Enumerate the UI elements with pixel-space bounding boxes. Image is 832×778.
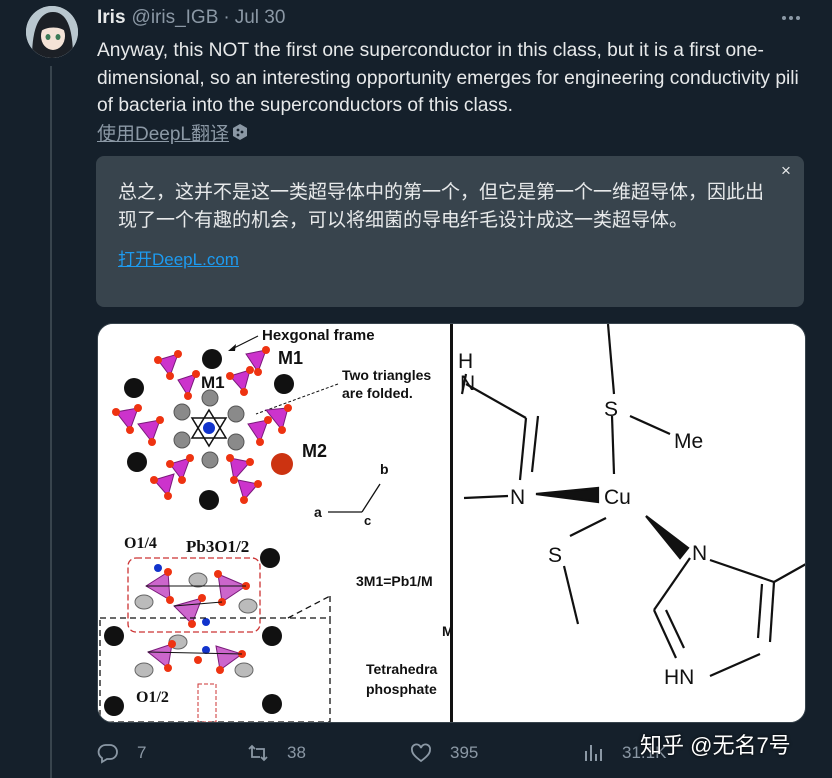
retweet-button[interactable]: 38	[247, 738, 306, 768]
user-handle[interactable]: @iris_IGB	[132, 7, 219, 29]
reply-count: 7	[137, 743, 147, 762]
tweet-date[interactable]: Jul 30	[235, 7, 286, 29]
close-icon[interactable]: ×	[778, 162, 794, 179]
svg-text:c: c	[364, 513, 371, 528]
translate-label[interactable]: 使用DeepL翻译	[97, 119, 229, 146]
svg-text:N: N	[692, 542, 707, 565]
svg-text:Two triangles: Two triangles	[342, 367, 431, 383]
svg-text:Hexgonal frame: Hexgonal frame	[262, 327, 375, 344]
media-image: Hexgonal frame M1 M1 M2 Two triangles ar…	[98, 324, 805, 722]
retweet-count: 38	[287, 743, 306, 762]
svg-text:M1: M1	[201, 373, 225, 392]
svg-text:N: N	[510, 486, 525, 509]
svg-text:M2: M2	[302, 441, 327, 461]
like-icon	[411, 743, 431, 763]
avatar[interactable]	[26, 6, 78, 58]
svg-text:Cu: Cu	[604, 486, 631, 509]
svg-text:O1/4: O1/4	[124, 535, 157, 552]
svg-text:M1: M1	[278, 348, 303, 368]
svg-text:Me: Me	[674, 430, 703, 453]
views-icon	[585, 745, 602, 761]
avatar-image	[26, 6, 78, 58]
separator-dot: ·	[223, 7, 230, 28]
reply-icon	[97, 744, 118, 764]
svg-text:N: N	[460, 372, 475, 395]
like-count: 395	[450, 743, 479, 762]
like-button[interactable]: 395	[410, 738, 478, 768]
thread-line	[50, 66, 52, 778]
reply-button[interactable]: 7	[97, 738, 146, 768]
retweet-icon	[248, 744, 268, 762]
deepl-icon	[233, 124, 247, 140]
translation-box: × 总之，这并不是这一类超导体中的第一个，但它是第一个一维超导体，因此出现了一个…	[96, 156, 804, 307]
svg-text:S: S	[548, 544, 562, 567]
svg-text:a: a	[314, 504, 322, 520]
translate-link[interactable]: 使用DeepL翻译	[97, 119, 248, 145]
svg-text:S: S	[604, 398, 618, 421]
tweet-text: Anyway, this NOT the first one supercond…	[97, 40, 799, 116]
svg-text:H: H	[458, 350, 473, 373]
translation-text: 总之，这并不是这一类超导体中的第一个，但它是第一个一维超导体，因此出现了一个有趣…	[118, 182, 765, 231]
svg-text:3M1=Pb1/M: 3M1=Pb1/M	[356, 573, 433, 589]
tweet-media[interactable]: Hexgonal frame M1 M1 M2 Two triangles ar…	[97, 323, 806, 723]
svg-text:are folded.: are folded.	[342, 385, 413, 401]
tweet-header: Iris @iris_IGB · Jul 30	[97, 6, 285, 30]
svg-text:phosphate: phosphate	[366, 681, 437, 697]
watermark: 知乎 @无名7号	[640, 733, 791, 758]
svg-text:Tetrahedra: Tetrahedra	[366, 661, 438, 677]
svg-text:Pb3O1/2: Pb3O1/2	[186, 537, 249, 556]
deepl-open-link[interactable]: 打开DeepL.com	[118, 245, 239, 270]
svg-text:O1/2: O1/2	[136, 689, 169, 706]
more-icon[interactable]	[778, 8, 804, 28]
user-name[interactable]: Iris	[97, 7, 126, 29]
svg-text:b: b	[380, 461, 389, 477]
svg-text:HN: HN	[664, 666, 694, 689]
